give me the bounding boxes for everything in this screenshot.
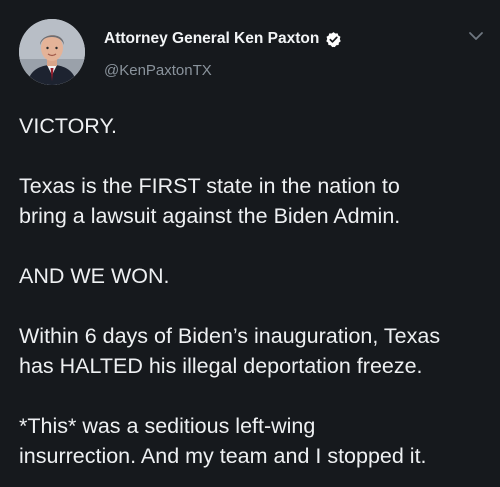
author-display-name[interactable]: Attorney General Ken Paxton xyxy=(104,30,342,48)
author-handle[interactable]: @KenPaxtonTX xyxy=(104,62,212,79)
tweet-line: insurrection. And my team and I stopped … xyxy=(19,444,427,468)
avatar[interactable] xyxy=(19,19,85,85)
tweet-card[interactable]: Attorney General Ken Paxton @KenPaxtonTX… xyxy=(0,0,500,487)
tweet-paragraph: AND WE WON. xyxy=(19,261,489,291)
tweet-paragraph: Texas is the FIRST state in the nation t… xyxy=(19,171,489,231)
verified-badge-icon xyxy=(326,31,342,47)
tweet-line: Within 6 days of Biden’s inauguration, T… xyxy=(19,324,441,348)
tweet-line: has HALTED his illegal deportation freez… xyxy=(19,354,423,378)
tweet-paragraph: *This* was a seditious left-wing insurre… xyxy=(19,411,489,471)
chevron-down-icon[interactable] xyxy=(468,30,484,42)
tweet-line: Texas is the FIRST state in the nation t… xyxy=(19,174,400,198)
tweet-paragraph: VICTORY. xyxy=(19,111,489,141)
tweet-line: AND WE WON. xyxy=(19,264,170,288)
tweet-line: VICTORY. xyxy=(19,114,117,138)
author-name-text: Attorney General Ken Paxton xyxy=(104,30,320,47)
tweet-line: *This* was a seditious left-wing xyxy=(19,414,316,438)
tweet-line: bring a lawsuit against the Biden Admin. xyxy=(19,204,401,228)
tweet-text: VICTORY. Texas is the FIRST state in the… xyxy=(19,111,489,471)
tweet-paragraph: Within 6 days of Biden’s inauguration, T… xyxy=(19,321,489,381)
profile-photo-icon xyxy=(19,19,85,85)
